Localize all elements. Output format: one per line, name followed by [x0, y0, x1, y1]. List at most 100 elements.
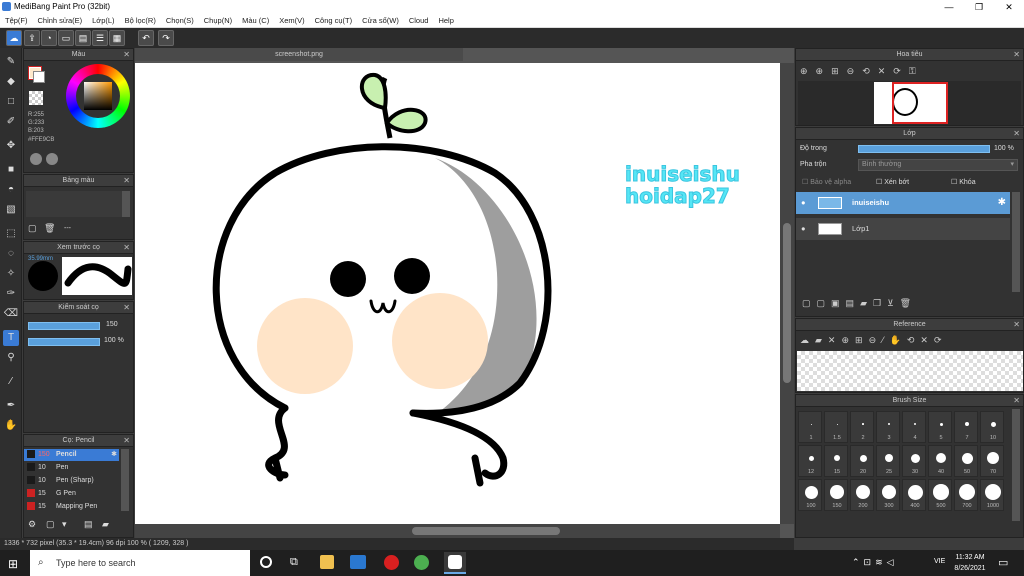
panel-close-icon[interactable]: ✕ [123, 242, 130, 254]
brush-size-option[interactable]: 100 [798, 479, 822, 511]
gear-icon[interactable]: ✱ [111, 449, 117, 461]
brush-size-option[interactable]: 1000 [980, 479, 1004, 511]
brush-item[interactable]: 15 Mapping Pen [24, 501, 119, 513]
brush-item[interactable]: 15 G Pen [24, 488, 119, 500]
panel-close-icon[interactable]: ✕ [1013, 395, 1020, 407]
visibility-icon[interactable]: ● [801, 192, 806, 214]
rect-tool-icon[interactable]: □ [3, 94, 19, 110]
brush-size-option[interactable]: 7 [954, 411, 978, 443]
notification-icon[interactable]: ▭ [998, 556, 1008, 569]
reference-view[interactable] [797, 351, 1023, 391]
volume-icon[interactable]: ◁ [887, 557, 898, 567]
brush-menu-icon[interactable]: ▾ [62, 519, 67, 530]
brush-size-option[interactable]: 15 [824, 445, 848, 477]
brush-size-option[interactable]: 70 [980, 445, 1004, 477]
navigator-viewport-frame[interactable] [892, 82, 948, 124]
flip-icon[interactable]: ✕ [878, 66, 894, 76]
brush-size-option[interactable]: 12 [798, 445, 822, 477]
rotate-right-icon[interactable]: ⟳ [893, 66, 909, 76]
menu-snap[interactable]: Chụp(N) [199, 14, 237, 28]
fit-icon[interactable]: ⊞ [855, 335, 869, 345]
panel-close-icon[interactable]: ✕ [1013, 128, 1020, 140]
zoom-in-alt-icon[interactable]: ⊕ [816, 66, 832, 76]
rotate-left-icon[interactable]: ⟲ [862, 66, 878, 76]
fill-shape-icon[interactable]: ■ [3, 162, 19, 178]
brush-size-option[interactable]: 25 [876, 445, 900, 477]
canvas-vertical-scrollbar[interactable] [780, 63, 794, 524]
layer-scrollbar[interactable] [1012, 192, 1020, 292]
brush-item[interactable]: 10 Pen [24, 462, 119, 474]
menu-select[interactable]: Chọn(S) [161, 14, 199, 28]
panel-close-icon[interactable]: ✕ [123, 435, 130, 447]
select-eraser-icon[interactable]: ⌫ [3, 306, 19, 322]
palette-scrollbar[interactable] [122, 191, 130, 217]
page-icon[interactable]: ▤ [75, 30, 91, 46]
color-wheel[interactable] [66, 64, 130, 128]
layer-row[interactable]: ● Lớp1 [796, 218, 1010, 240]
wifi-icon[interactable]: ≋ [875, 557, 887, 567]
undo-icon[interactable]: ↶ [138, 30, 154, 46]
select-tool-icon[interactable]: ⬚ [3, 226, 19, 242]
panel-close-icon[interactable]: ✕ [123, 175, 130, 187]
menu-file[interactable]: Tệp(F) [0, 14, 33, 28]
transparent-swatch[interactable] [29, 91, 43, 105]
zoom-out-icon[interactable]: ⊖ [847, 66, 863, 76]
rotate-left-icon[interactable]: ⟲ [907, 335, 921, 345]
eraser-tool-icon[interactable]: ◆ [3, 74, 19, 90]
minimize-button[interactable]: — [934, 0, 964, 14]
new-layer-alt-icon[interactable]: ▢ [817, 298, 832, 308]
move-tool-icon[interactable]: ✥ [3, 138, 19, 154]
new-brush-icon[interactable]: ▢ [46, 519, 55, 530]
mail-icon[interactable] [350, 555, 366, 569]
share-icon[interactable]: ⇪ [24, 30, 40, 46]
flip-icon[interactable]: ✕ [920, 335, 934, 345]
clock[interactable]: 11:32 AM 8/26/2021 [952, 552, 988, 574]
brush-tool-icon[interactable]: ✎ [3, 54, 19, 70]
eyedropper-icon[interactable]: ⁄ [882, 335, 890, 345]
comment-icon[interactable]: ◔ [41, 30, 57, 46]
brush-size-option[interactable]: 40 [928, 445, 952, 477]
brush-size-option[interactable]: 1 [798, 411, 822, 443]
document-tab[interactable]: screenshot.png [135, 48, 463, 61]
panel-close-icon[interactable]: ✕ [123, 49, 130, 61]
cloud-upload-icon[interactable]: ☁ [800, 335, 815, 345]
fit-icon[interactable]: ⊞ [831, 66, 847, 76]
brush-size-option[interactable]: 300 [876, 479, 900, 511]
open-folder-icon[interactable]: ▰ [815, 335, 828, 345]
menu-window[interactable]: Cửa sổ(W) [357, 14, 404, 28]
opera-icon[interactable] [384, 555, 399, 570]
navigator-view[interactable] [798, 81, 1021, 125]
chevron-up-icon[interactable]: ⌃ [852, 557, 864, 567]
color-square[interactable] [84, 82, 112, 110]
menu-view[interactable]: Xem(V) [274, 14, 309, 28]
protect-alpha-checkbox[interactable]: ☐ Bảo vệ alpha [802, 178, 851, 186]
brush-list-scrollbar[interactable] [121, 449, 129, 511]
trash-icon[interactable]: 🗑 [900, 298, 917, 308]
brush-size-option[interactable]: 5 [928, 411, 952, 443]
gear-icon[interactable]: ✱ [998, 192, 1006, 214]
close-icon[interactable]: ✕ [828, 335, 842, 345]
dropper-tool-icon[interactable]: ✒ [3, 398, 19, 414]
brush-size-option[interactable]: 500 [928, 479, 952, 511]
menu-help[interactable]: Help [433, 14, 458, 28]
zoom-in-icon[interactable]: ⊕ [841, 335, 855, 345]
brush-size-slider[interactable] [28, 322, 100, 330]
clipping-checkbox[interactable]: ☐ Xén bớt [876, 178, 909, 186]
menu-layer[interactable]: Lớp(L) [87, 14, 119, 28]
medibang-taskbar-icon[interactable] [444, 552, 466, 574]
add-brush-icon[interactable]: ⚙ [28, 519, 36, 530]
layer-row[interactable]: ● inuiseishu ✱ [796, 192, 1010, 214]
brush-size-scrollbar[interactable] [1012, 409, 1020, 521]
brush-size-option[interactable]: 50 [954, 445, 978, 477]
folder-icon[interactable]: ▰ [860, 298, 873, 308]
trash-icon[interactable]: 🗑 [44, 223, 55, 234]
list-icon[interactable]: ☰ [92, 30, 108, 46]
brush-size-option[interactable]: 150 [824, 479, 848, 511]
text-tool-icon[interactable]: T [3, 330, 19, 346]
brush-size-option[interactable]: 2 [850, 411, 874, 443]
brush-size-option[interactable]: 200 [850, 479, 874, 511]
menu-tools[interactable]: Công cụ(T) [310, 14, 358, 28]
layer-opacity-slider[interactable] [858, 145, 990, 153]
taskbar-search-input[interactable]: ⌕ Type here to search [30, 550, 250, 576]
gradient-tool-icon[interactable]: ▧ [3, 202, 19, 218]
